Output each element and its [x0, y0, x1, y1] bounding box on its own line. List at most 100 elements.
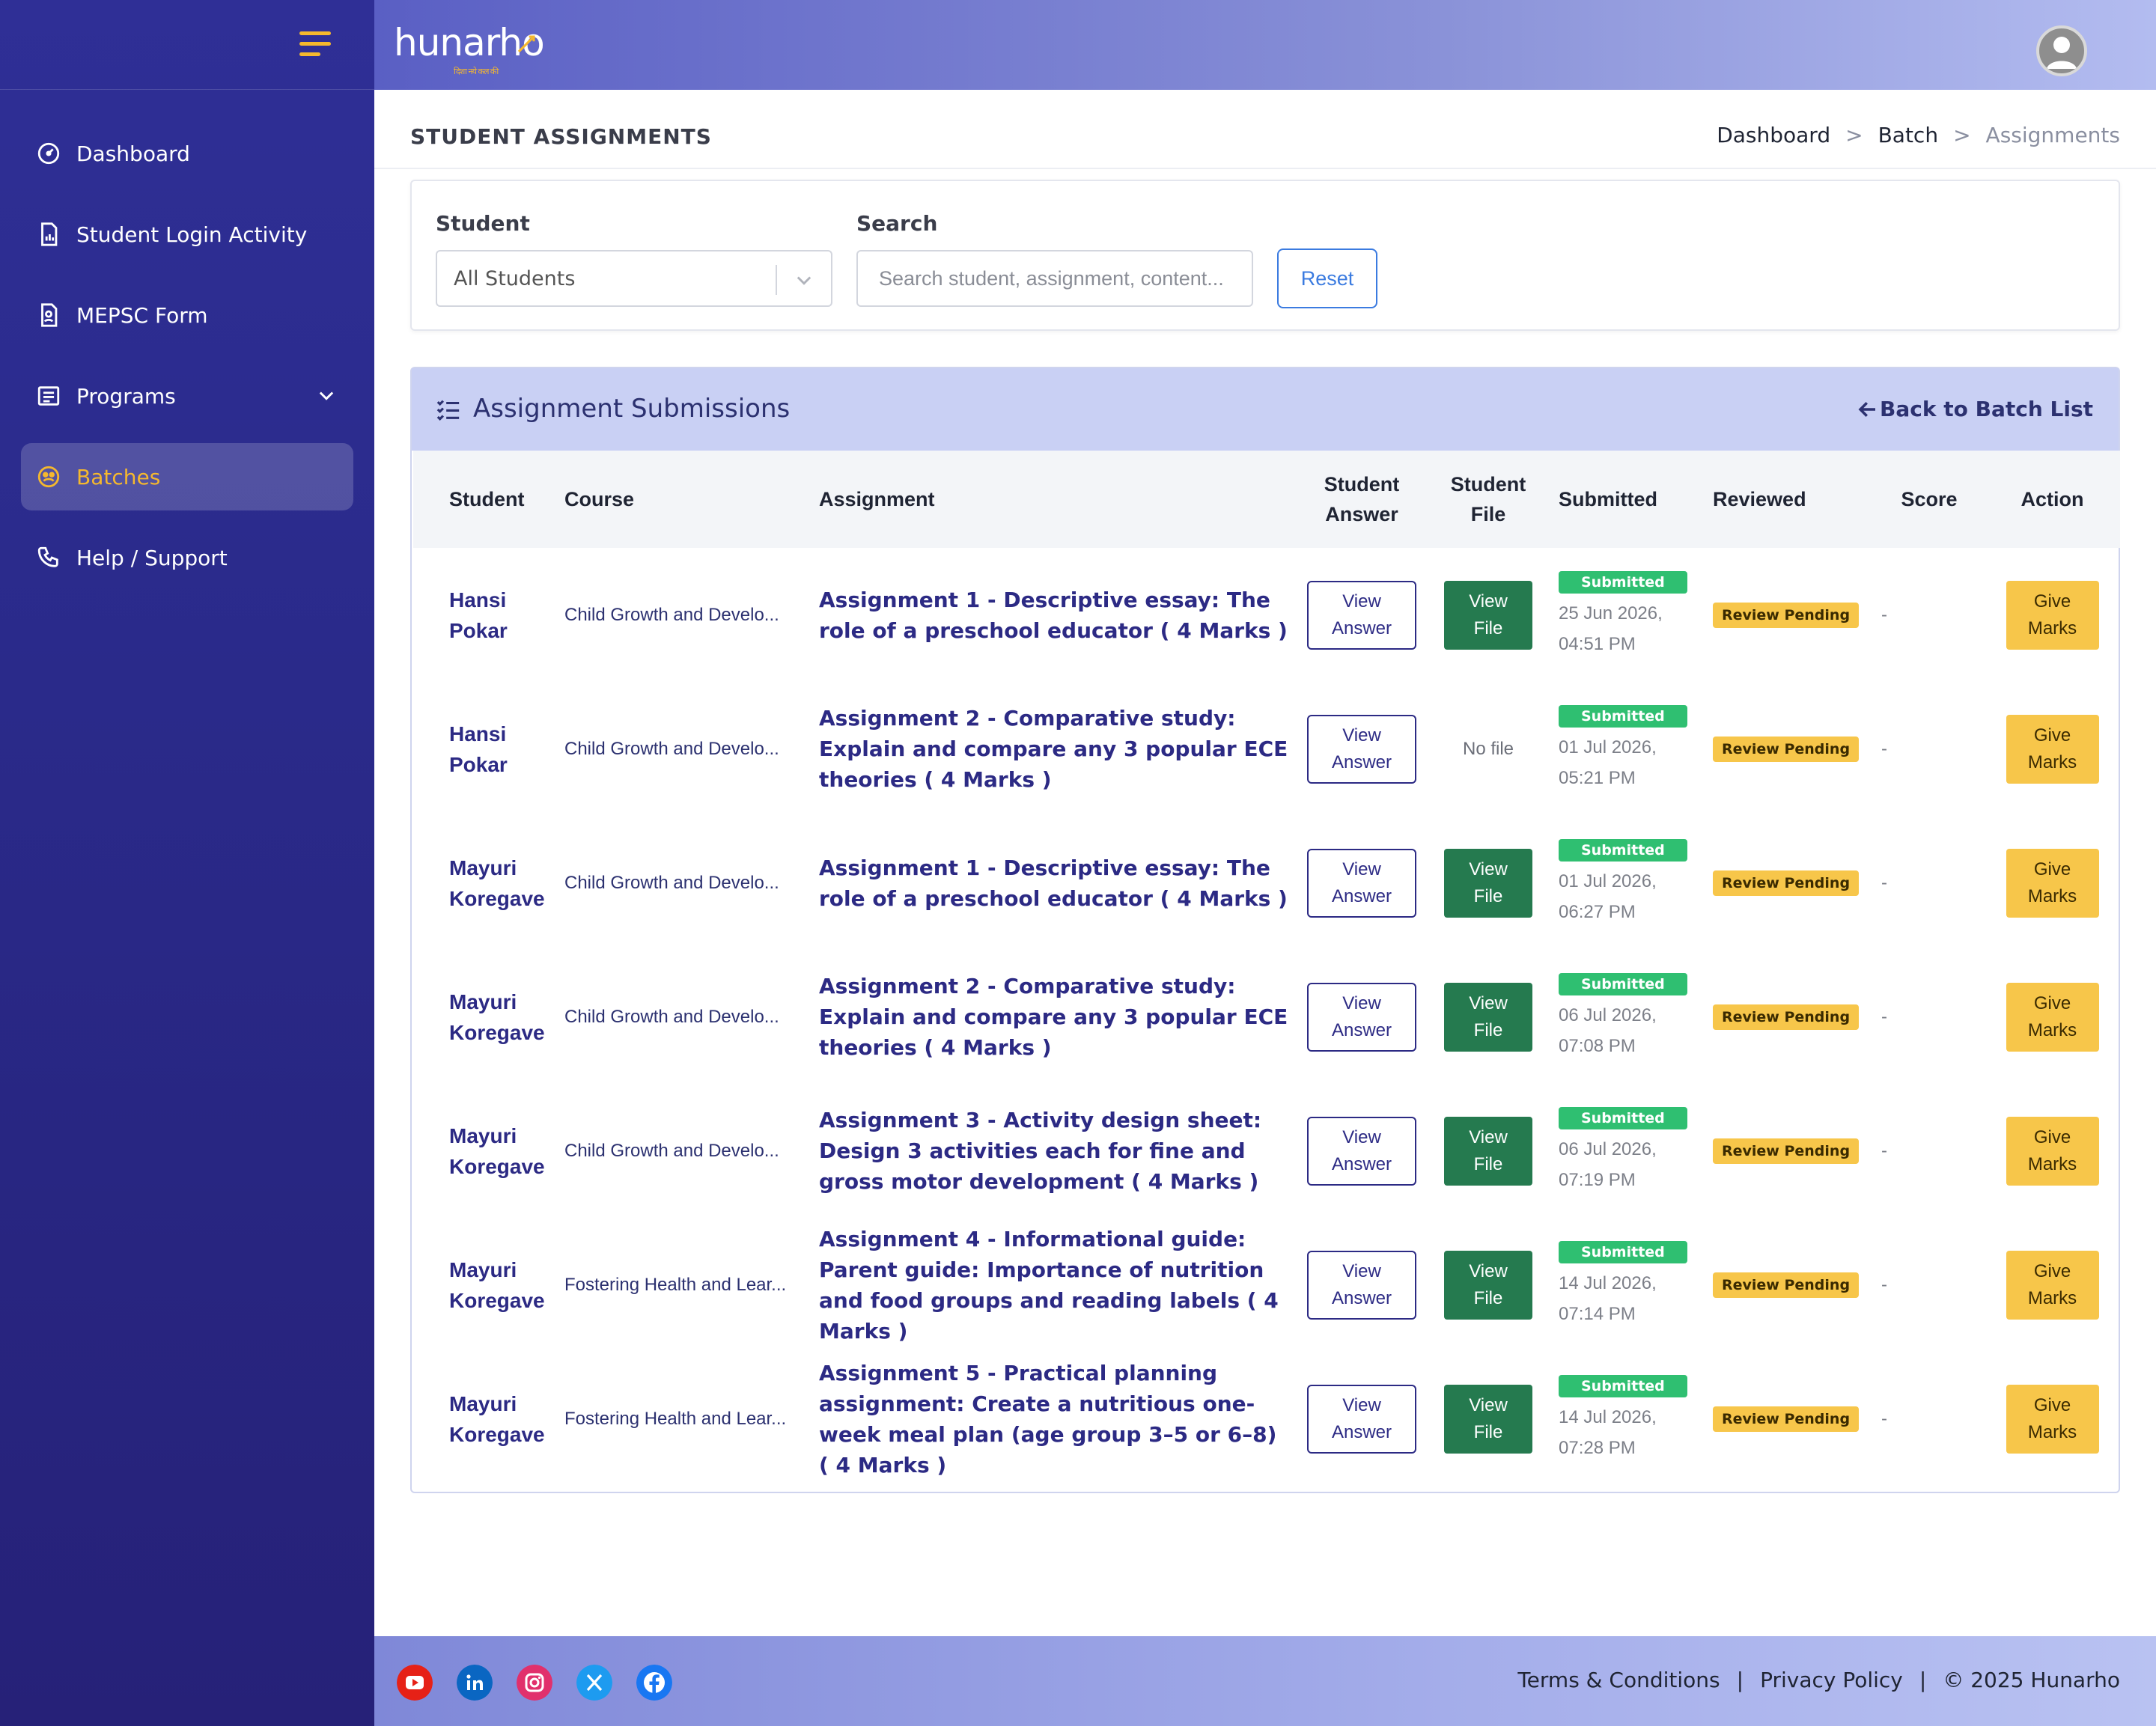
- logo[interactable]: hunarho दिशा नये कल की: [394, 21, 545, 76]
- reset-button[interactable]: Reset: [1277, 248, 1377, 308]
- view-answer-label: View Answer: [1331, 725, 1392, 772]
- sidebar-item-batches[interactable]: Batches: [21, 443, 353, 510]
- assignment-link[interactable]: Assignment 4 - Informational guide: Pare…: [811, 1218, 1298, 1352]
- student-answer-cell: View Answer: [1298, 1084, 1425, 1218]
- assignment-link[interactable]: Assignment 1 - Descriptive essay: The ro…: [811, 816, 1298, 950]
- student-name-cell[interactable]: Hansi Pokar: [413, 548, 557, 682]
- student-name-cell[interactable]: Mayuri Koregave: [413, 1084, 557, 1218]
- instagram-icon[interactable]: [517, 1665, 552, 1701]
- view-answer-button[interactable]: View Answer: [1307, 982, 1416, 1052]
- view-answer-button[interactable]: View Answer: [1307, 848, 1416, 918]
- give-marks-button[interactable]: Give Marks: [2006, 1384, 2099, 1454]
- action-cell: Give Marks: [1985, 1084, 2120, 1218]
- submitted-datetime: 01 Jul 2026, 06:27 PM: [1559, 866, 1698, 927]
- table-body: Hansi Pokar Child Growth and Develo... Assi…: [413, 548, 2120, 1486]
- submitted-time: 06:27 PM: [1559, 901, 1636, 922]
- submitted-date: 14 Jul 2026,: [1559, 1272, 1657, 1293]
- linkedin-icon[interactable]: [457, 1665, 493, 1701]
- hamburger-menu-icon[interactable]: [299, 31, 331, 57]
- view-answer-button[interactable]: View Answer: [1307, 714, 1416, 784]
- view-answer-button[interactable]: View Answer: [1307, 1116, 1416, 1186]
- submitted-time: 04:51 PM: [1559, 633, 1636, 654]
- reviewed-cell: Review Pending: [1705, 816, 1874, 950]
- assignment-link[interactable]: Assignment 2 - Comparative study: Explai…: [811, 950, 1298, 1084]
- view-file-button[interactable]: View File: [1444, 1384, 1532, 1454]
- view-answer-button[interactable]: View Answer: [1307, 1250, 1416, 1320]
- submitted-date: 01 Jul 2026,: [1559, 737, 1657, 757]
- student-name-cell[interactable]: Mayuri Koregave: [413, 1218, 557, 1352]
- back-to-batch-list-link[interactable]: Back to Batch List: [1880, 397, 2093, 421]
- sidebar-item-help-support[interactable]: Help / Support: [21, 524, 353, 591]
- sidebar-item-dashboard[interactable]: Dashboard: [21, 120, 353, 187]
- student-name-cell[interactable]: Mayuri Koregave: [413, 816, 557, 950]
- sidebar-item-label: Programs: [76, 383, 176, 409]
- course-cell: Child Growth and Develo...: [564, 738, 779, 759]
- sidebar-item-mepsc-form[interactable]: MEPSC Form: [21, 281, 353, 349]
- action-cell: Give Marks: [1985, 548, 2120, 682]
- chevron-down-icon: [797, 276, 811, 285]
- score-cell: -: [1881, 1408, 1887, 1429]
- table-row: Mayuri Koregave Fostering Health and Lear.…: [413, 1218, 2120, 1352]
- submitted-cell: Submitted 01 Jul 2026, 06:27 PM: [1551, 816, 1705, 950]
- avatar[interactable]: [2036, 25, 2087, 76]
- assignment-link[interactable]: Assignment 5 - Practical planning assign…: [811, 1352, 1298, 1486]
- view-file-button[interactable]: View File: [1444, 1250, 1532, 1320]
- review-pending-badge: Review Pending: [1713, 1138, 1860, 1164]
- footer-links: Terms & Conditions | Privacy Policy | © …: [1517, 1668, 2120, 1692]
- privacy-policy-link[interactable]: Privacy Policy: [1760, 1668, 1903, 1692]
- student-name-cell[interactable]: Hansi Pokar: [413, 682, 557, 816]
- search-input[interactable]: [856, 250, 1253, 307]
- student-last-name: Pokar: [449, 752, 508, 776]
- give-marks-button[interactable]: Give Marks: [2006, 848, 2099, 918]
- student-file-cell: View File: [1425, 1352, 1551, 1486]
- score-cell: -: [1881, 872, 1887, 893]
- assignment-link[interactable]: Assignment 3 - Activity design sheet: De…: [811, 1084, 1298, 1218]
- view-answer-label: View Answer: [1331, 1260, 1392, 1308]
- copyright: © 2025 Hunarho: [1943, 1668, 2120, 1692]
- sidebar-item-programs[interactable]: Programs: [21, 362, 353, 430]
- give-marks-button[interactable]: Give Marks: [2006, 982, 2099, 1052]
- chevron-down-icon[interactable]: [316, 385, 337, 406]
- youtube-icon[interactable]: [397, 1665, 433, 1701]
- terms-link[interactable]: Terms & Conditions: [1517, 1668, 1720, 1692]
- facebook-icon[interactable]: [636, 1665, 672, 1701]
- view-file-label: View File: [1469, 1260, 1508, 1308]
- student-name-cell[interactable]: Mayuri Koregave: [413, 950, 557, 1084]
- breadcrumb-batch[interactable]: Batch: [1878, 123, 1939, 147]
- card-header: Assignment Submissions Back to Batch Lis…: [412, 368, 2119, 451]
- course-cell: Child Growth and Develo...: [564, 604, 779, 625]
- arrow-left-icon[interactable]: [1857, 398, 1879, 421]
- student-answer-cell: View Answer: [1298, 1352, 1425, 1486]
- student-name-cell[interactable]: Mayuri Koregave: [413, 1352, 557, 1486]
- sidebar-item-student-login-activity[interactable]: Student Login Activity: [21, 201, 353, 268]
- student-answer-cell: View Answer: [1298, 1218, 1425, 1352]
- view-file-button[interactable]: View File: [1444, 982, 1532, 1052]
- view-answer-button[interactable]: View Answer: [1307, 580, 1416, 650]
- col-student: Student: [449, 488, 525, 510]
- student-answer-cell: View Answer: [1298, 950, 1425, 1084]
- student-select[interactable]: All Students: [436, 250, 832, 307]
- reviewed-cell: Review Pending: [1705, 950, 1874, 1084]
- col-student-file: Student File: [1425, 451, 1551, 548]
- give-marks-button[interactable]: Give Marks: [2006, 1250, 2099, 1320]
- view-file-button[interactable]: View File: [1444, 1116, 1532, 1186]
- student-answer-cell: View Answer: [1298, 548, 1425, 682]
- student-first-name: Hansi: [449, 588, 507, 612]
- give-marks-button[interactable]: Give Marks: [2006, 580, 2099, 650]
- score-cell: -: [1881, 604, 1887, 625]
- give-marks-button[interactable]: Give Marks: [2006, 1116, 2099, 1186]
- action-cell: Give Marks: [1985, 816, 2120, 950]
- table-row: Hansi Pokar Child Growth and Develo... Assi…: [413, 682, 2120, 816]
- view-answer-button[interactable]: View Answer: [1307, 1384, 1416, 1454]
- view-file-button[interactable]: View File: [1444, 848, 1532, 918]
- view-file-button[interactable]: View File: [1444, 580, 1532, 650]
- give-marks-button[interactable]: Give Marks: [2006, 714, 2099, 784]
- assignment-link[interactable]: Assignment 2 - Comparative study: Explai…: [811, 682, 1298, 816]
- x-twitter-icon[interactable]: [576, 1665, 612, 1701]
- assignment-link[interactable]: Assignment 1 - Descriptive essay: The ro…: [811, 548, 1298, 682]
- student-last-name: Koregave: [449, 1288, 545, 1312]
- breadcrumb-dashboard[interactable]: Dashboard: [1717, 123, 1830, 147]
- score-cell: -: [1881, 1140, 1887, 1161]
- student-last-name: Koregave: [449, 1020, 545, 1044]
- submitted-time: 07:19 PM: [1559, 1169, 1636, 1190]
